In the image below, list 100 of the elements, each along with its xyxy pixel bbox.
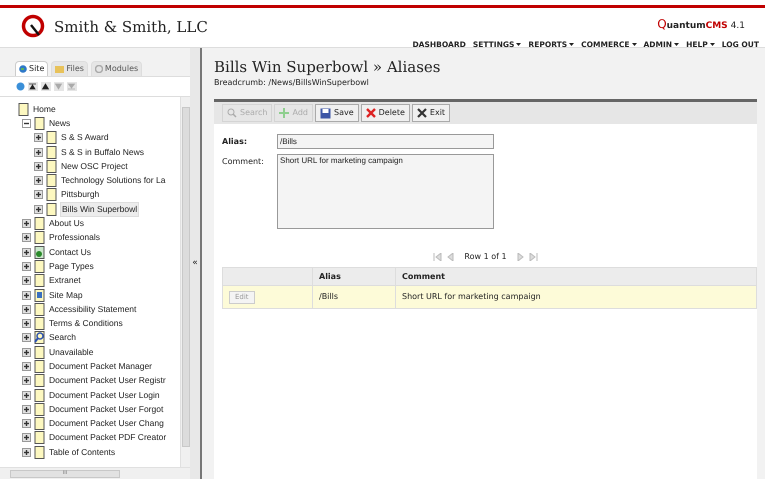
expand-toggle-icon[interactable] — [22, 376, 31, 386]
expand-toggle-icon[interactable] — [22, 219, 31, 228]
search-icon — [227, 108, 237, 118]
tree-item[interactable]: Home — [32, 102, 57, 116]
expand-toggle-icon[interactable] — [22, 233, 31, 242]
tree-item[interactable]: Site Map — [48, 288, 84, 302]
expand-toggle-icon[interactable] — [22, 319, 31, 328]
expand-toggle-icon[interactable] — [22, 348, 31, 357]
page-icon — [34, 402, 45, 416]
tree-item[interactable]: Document Packet PDF Creator — [48, 431, 168, 444]
page-icon — [46, 160, 57, 173]
page-icon — [34, 231, 45, 244]
expand-toggle-icon[interactable] — [34, 162, 43, 171]
folder-icon — [55, 65, 64, 73]
tree-item[interactable]: Document Packet Manager — [48, 360, 153, 373]
tree-item[interactable]: Technology Solutions for La — [60, 174, 166, 188]
tree-item[interactable]: Page Types — [48, 260, 95, 273]
tree-item[interactable]: New OSC Project — [60, 160, 129, 173]
collapse-sidebar-button[interactable]: « — [192, 259, 198, 268]
toolbar-button[interactable]: Delete — [360, 104, 410, 122]
refresh-icon[interactable] — [16, 82, 25, 91]
move-top-icon[interactable] — [28, 82, 38, 91]
sidebar-tab[interactable]: Modules — [90, 61, 142, 76]
tree-item[interactable]: Table of Contents — [48, 446, 116, 459]
page-icon — [18, 102, 29, 116]
alias-field[interactable]: /Bills — [277, 134, 494, 149]
close-icon — [416, 108, 427, 118]
expand-toggle-icon[interactable] — [22, 262, 31, 271]
expand-toggle-icon[interactable] — [22, 404, 31, 414]
page-icon — [34, 431, 45, 444]
sidebar-tab[interactable]: Site — [15, 61, 48, 76]
caret-icon — [569, 42, 574, 46]
field-label: Alias: — [222, 136, 248, 148]
breadcrumb: Breadcrumb: /News/BillsWinSuperbowl — [214, 77, 370, 89]
tree-item[interactable]: S & S in Buffalo News — [60, 146, 145, 159]
sitemap-page-icon — [34, 288, 45, 302]
tree-item[interactable]: Extranet — [48, 274, 82, 288]
expand-toggle-icon[interactable] — [34, 176, 43, 186]
expand-toggle-icon[interactable] — [22, 419, 31, 428]
page-icon — [34, 317, 45, 330]
tree-item[interactable]: Document Packet User Registr — [48, 374, 167, 388]
column-header: Comment — [401, 270, 446, 282]
tree-item[interactable]: Unavailable — [48, 346, 94, 359]
tree-item[interactable]: Pittsburgh — [60, 188, 100, 202]
sidebar-tab[interactable]: Files — [51, 61, 88, 76]
expand-toggle-icon[interactable] — [34, 148, 43, 157]
save-icon — [320, 108, 331, 118]
toolbar-button[interactable]: Exit — [412, 104, 450, 122]
page-icon — [34, 388, 45, 402]
page-icon — [46, 146, 57, 159]
collapse-toggle-icon[interactable] — [22, 118, 31, 128]
expand-toggle-icon[interactable] — [22, 248, 31, 257]
page-icon — [34, 346, 45, 359]
tree-item[interactable]: About Us — [48, 217, 85, 230]
tree-item[interactable]: S & S Award — [60, 131, 110, 144]
close-icon — [366, 108, 376, 118]
tree-item[interactable]: Document Packet User Chang — [48, 417, 165, 430]
tree-item[interactable]: Document Packet User Forgot — [48, 402, 164, 416]
expand-toggle-icon[interactable] — [22, 433, 31, 442]
expand-toggle-icon[interactable] — [34, 190, 43, 200]
page-icon — [34, 260, 45, 273]
table-cell: /Bills — [319, 291, 338, 303]
expand-toggle-icon[interactable] — [22, 362, 31, 371]
contact-page-icon — [34, 246, 45, 259]
tree-item[interactable]: Terms & Conditions — [48, 317, 124, 330]
tree-item[interactable]: Professionals — [48, 231, 102, 244]
tree-item[interactable]: Document Packet User Login — [48, 388, 161, 402]
caret-icon — [632, 42, 636, 46]
tree-item[interactable]: Bills Win Superbowl — [60, 202, 140, 217]
pager-status: Row 1 of 1 — [464, 251, 507, 263]
expand-toggle-icon[interactable] — [22, 276, 31, 286]
vertical-scrollbar[interactable] — [180, 97, 190, 467]
page-icon — [34, 417, 45, 430]
page-icon — [46, 174, 57, 188]
expand-toggle-icon[interactable] — [22, 448, 31, 457]
gear-icon — [94, 65, 103, 73]
caret-icon — [710, 42, 715, 46]
move-up-icon[interactable] — [41, 82, 51, 91]
toolbar-button[interactable]: Save — [314, 104, 359, 122]
comment-field[interactable]: Short URL for marketing campaign — [277, 154, 494, 229]
page-icon — [34, 116, 45, 130]
tree-item[interactable]: Contact Us — [48, 246, 92, 259]
tree-item[interactable]: Accessibility Statement — [48, 302, 138, 316]
page-icon — [34, 374, 45, 388]
expand-toggle-icon[interactable] — [22, 304, 31, 314]
expand-toggle-icon[interactable] — [34, 133, 43, 142]
expand-toggle-icon[interactable] — [22, 290, 31, 300]
tree-item[interactable]: Search — [48, 331, 77, 344]
tree-item[interactable]: News — [48, 116, 72, 130]
company-name: Smith & Smith, LLC — [54, 17, 208, 38]
expand-toggle-icon[interactable] — [22, 390, 31, 400]
page-icon — [34, 302, 45, 316]
page-icon — [34, 217, 45, 230]
column-header: Alias — [313, 268, 396, 285]
page-icon — [46, 202, 57, 216]
expand-toggle-icon[interactable] — [34, 204, 43, 214]
search-page-icon — [34, 331, 45, 344]
caret-icon — [516, 42, 522, 46]
expand-toggle-icon[interactable] — [22, 333, 31, 342]
page-icon — [34, 360, 45, 373]
